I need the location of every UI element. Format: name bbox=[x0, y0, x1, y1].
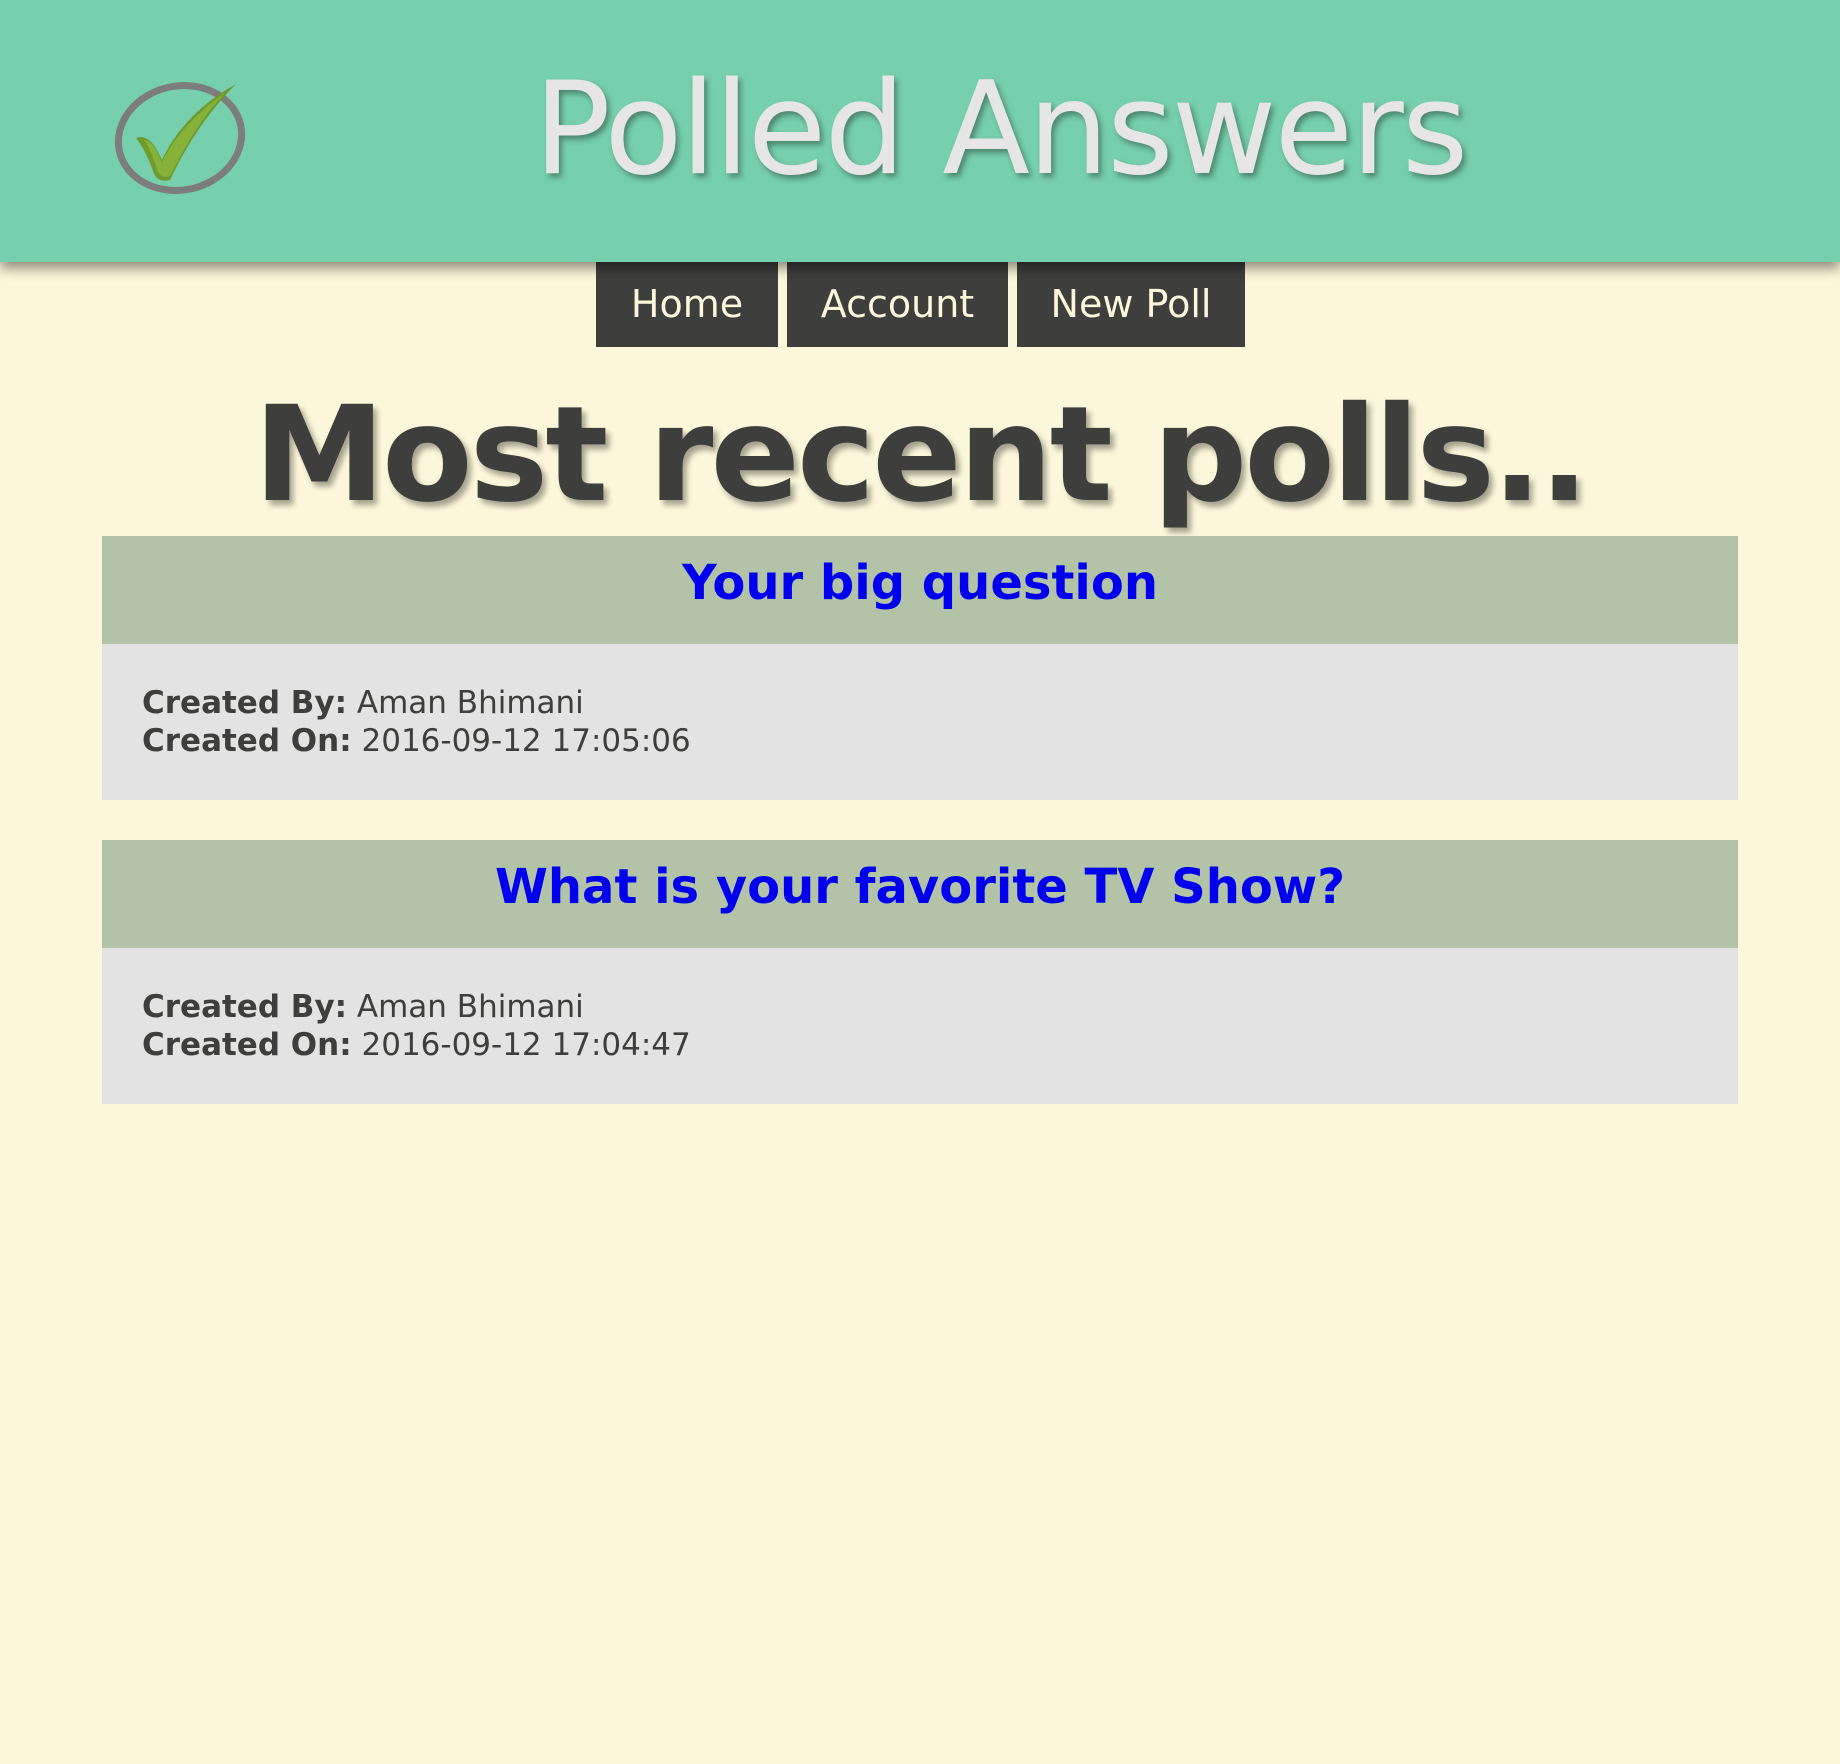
poll-list: Your big question Created By: Aman Bhima… bbox=[102, 536, 1738, 1144]
created-on-row: Created On: 2016-09-12 17:05:06 bbox=[142, 722, 1698, 760]
created-by-value: Aman Bhimani bbox=[356, 685, 584, 721]
created-by-row: Created By: Aman Bhimani bbox=[142, 684, 1698, 722]
nav-home[interactable]: Home bbox=[596, 262, 778, 347]
site-title: Polled Answers bbox=[533, 55, 1469, 204]
created-on-label: Created On: bbox=[142, 1027, 352, 1063]
nav-account[interactable]: Account bbox=[787, 262, 1008, 347]
created-on-row: Created On: 2016-09-12 17:04:47 bbox=[142, 1026, 1698, 1064]
created-by-row: Created By: Aman Bhimani bbox=[142, 988, 1698, 1026]
poll-card-body: Created By: Aman Bhimani Created On: 201… bbox=[102, 948, 1738, 1104]
poll-card-header: What is your favorite TV Show? bbox=[102, 840, 1738, 948]
poll-title-link[interactable]: Your big question bbox=[682, 555, 1158, 611]
poll-card-body: Created By: Aman Bhimani Created On: 201… bbox=[102, 644, 1738, 800]
poll-card-header: Your big question bbox=[102, 536, 1738, 644]
created-on-value: 2016-09-12 17:05:06 bbox=[361, 723, 691, 759]
poll-card: What is your favorite TV Show? Created B… bbox=[102, 840, 1738, 1104]
poll-title-link[interactable]: What is your favorite TV Show? bbox=[495, 859, 1345, 915]
created-on-label: Created On: bbox=[142, 723, 352, 759]
created-by-value: Aman Bhimani bbox=[356, 989, 584, 1025]
created-by-label: Created By: bbox=[142, 989, 348, 1025]
page-title: Most recent polls.. bbox=[253, 378, 1590, 532]
created-by-label: Created By: bbox=[142, 685, 348, 721]
created-on-value: 2016-09-12 17:04:47 bbox=[361, 1027, 691, 1063]
poll-card: Your big question Created By: Aman Bhima… bbox=[102, 536, 1738, 800]
site-header: Polled Answers bbox=[0, 0, 1840, 262]
nav-new-poll[interactable]: New Poll bbox=[1017, 262, 1245, 347]
main-nav: Home Account New Poll bbox=[596, 262, 1245, 347]
